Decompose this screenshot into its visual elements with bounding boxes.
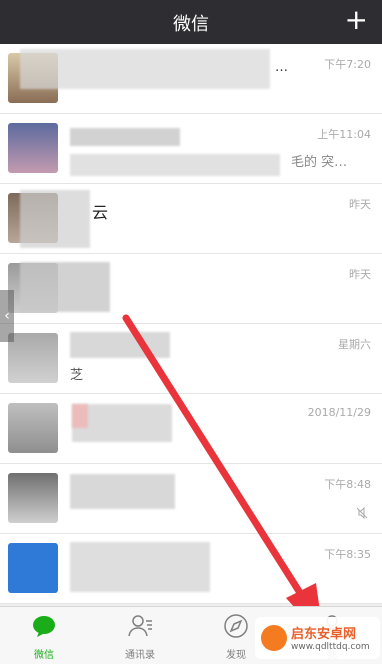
chat-time: 星期六 (338, 338, 371, 351)
chat-row[interactable]: 芝 星期六 (0, 324, 382, 394)
chat-message: 毛的 突… (291, 155, 348, 170)
contacts-icon (128, 615, 152, 637)
chat-row[interactable]: 2018/11/29 (0, 394, 382, 464)
chat-time: 下午7:20 (324, 58, 371, 71)
plus-icon[interactable]: + (345, 6, 368, 34)
avatar (8, 473, 58, 523)
chat-time: 下午8:48 (324, 478, 371, 491)
side-handle[interactable]: ‹ (0, 290, 14, 342)
chat-row[interactable]: 下午8:35 (0, 534, 382, 604)
compass-icon (224, 614, 248, 638)
tab-label: 通讯录 (125, 650, 155, 661)
chat-row[interactable]: 下午8:48 (0, 464, 382, 534)
chat-name: 云 (92, 203, 109, 222)
watermark-title: 启东安卓网 (291, 627, 357, 642)
chat-time: 昨天 (349, 198, 371, 211)
chat-time: 昨天 (349, 268, 371, 281)
watermark-logo-icon (261, 625, 287, 651)
chat-message: 芝 (70, 368, 84, 383)
chat-message: … (275, 60, 288, 75)
chat-list[interactable]: … 下午7:20 毛的 突… 上午11:04 云 昨天 昨天 芝 星期六 201… (0, 44, 382, 606)
chat-icon (33, 616, 55, 637)
watermark-url: www.qdlttdq.com (291, 642, 370, 652)
mute-icon (356, 507, 368, 519)
chat-row[interactable]: 云 昨天 (0, 184, 382, 254)
chat-time: 2018/11/29 (307, 406, 371, 419)
avatar (8, 403, 58, 453)
chat-row[interactable]: 毛的 突… 上午11:04 (0, 114, 382, 184)
page-title: 微信 (173, 14, 209, 35)
tab-contacts[interactable]: 通讯录 (105, 613, 175, 661)
avatar (8, 543, 58, 593)
watermark: 启东安卓网 www.qdlttdq.com (255, 617, 380, 659)
avatar (8, 123, 58, 173)
top-nav-bar: 微信 + (0, 0, 382, 44)
chat-time: 下午8:35 (324, 548, 371, 561)
chat-row[interactable]: … 下午7:20 (0, 44, 382, 114)
tab-chats[interactable]: 微信 (9, 613, 79, 661)
chat-time: 上午11:04 (317, 128, 371, 141)
avatar (8, 333, 58, 383)
chat-row[interactable]: 昨天 (0, 254, 382, 324)
tab-label: 微信 (34, 650, 54, 661)
